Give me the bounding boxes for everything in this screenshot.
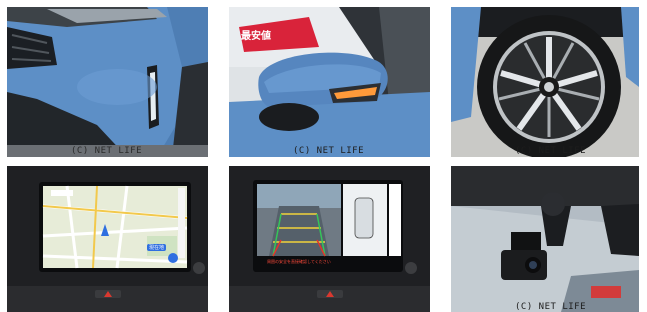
navigation-screen-image: [7, 166, 208, 312]
camera-screen-image: [229, 166, 430, 312]
photo-wheel: (C) NET LIFE: [451, 7, 639, 157]
photo-navigation-screen: 現在地: [7, 166, 208, 312]
watermark: (C) NET LIFE: [71, 146, 143, 156]
watermark: (C) NET LIFE: [515, 146, 587, 156]
photo-side-mirror: 最安値 (C) NET LIFE: [229, 7, 430, 157]
photo-front-bumper: (C) NET LIFE: [7, 7, 208, 157]
shop-sign-text: 最安値: [241, 31, 271, 42]
photo-camera-screen: 周囲の安全を直接確認してください: [229, 166, 430, 312]
dashcam-image: [451, 166, 639, 312]
wheel-image: [451, 7, 639, 157]
watermark: (C) NET LIFE: [515, 302, 587, 312]
front-bumper-image: [7, 7, 208, 157]
watermark: (C) NET LIFE: [293, 146, 365, 156]
map-poi-label: 現在地: [147, 244, 167, 251]
camera-safety-caption: 周囲の安全を直接確認してください: [267, 259, 331, 264]
photo-dashcam: (C) NET LIFE: [451, 166, 639, 312]
